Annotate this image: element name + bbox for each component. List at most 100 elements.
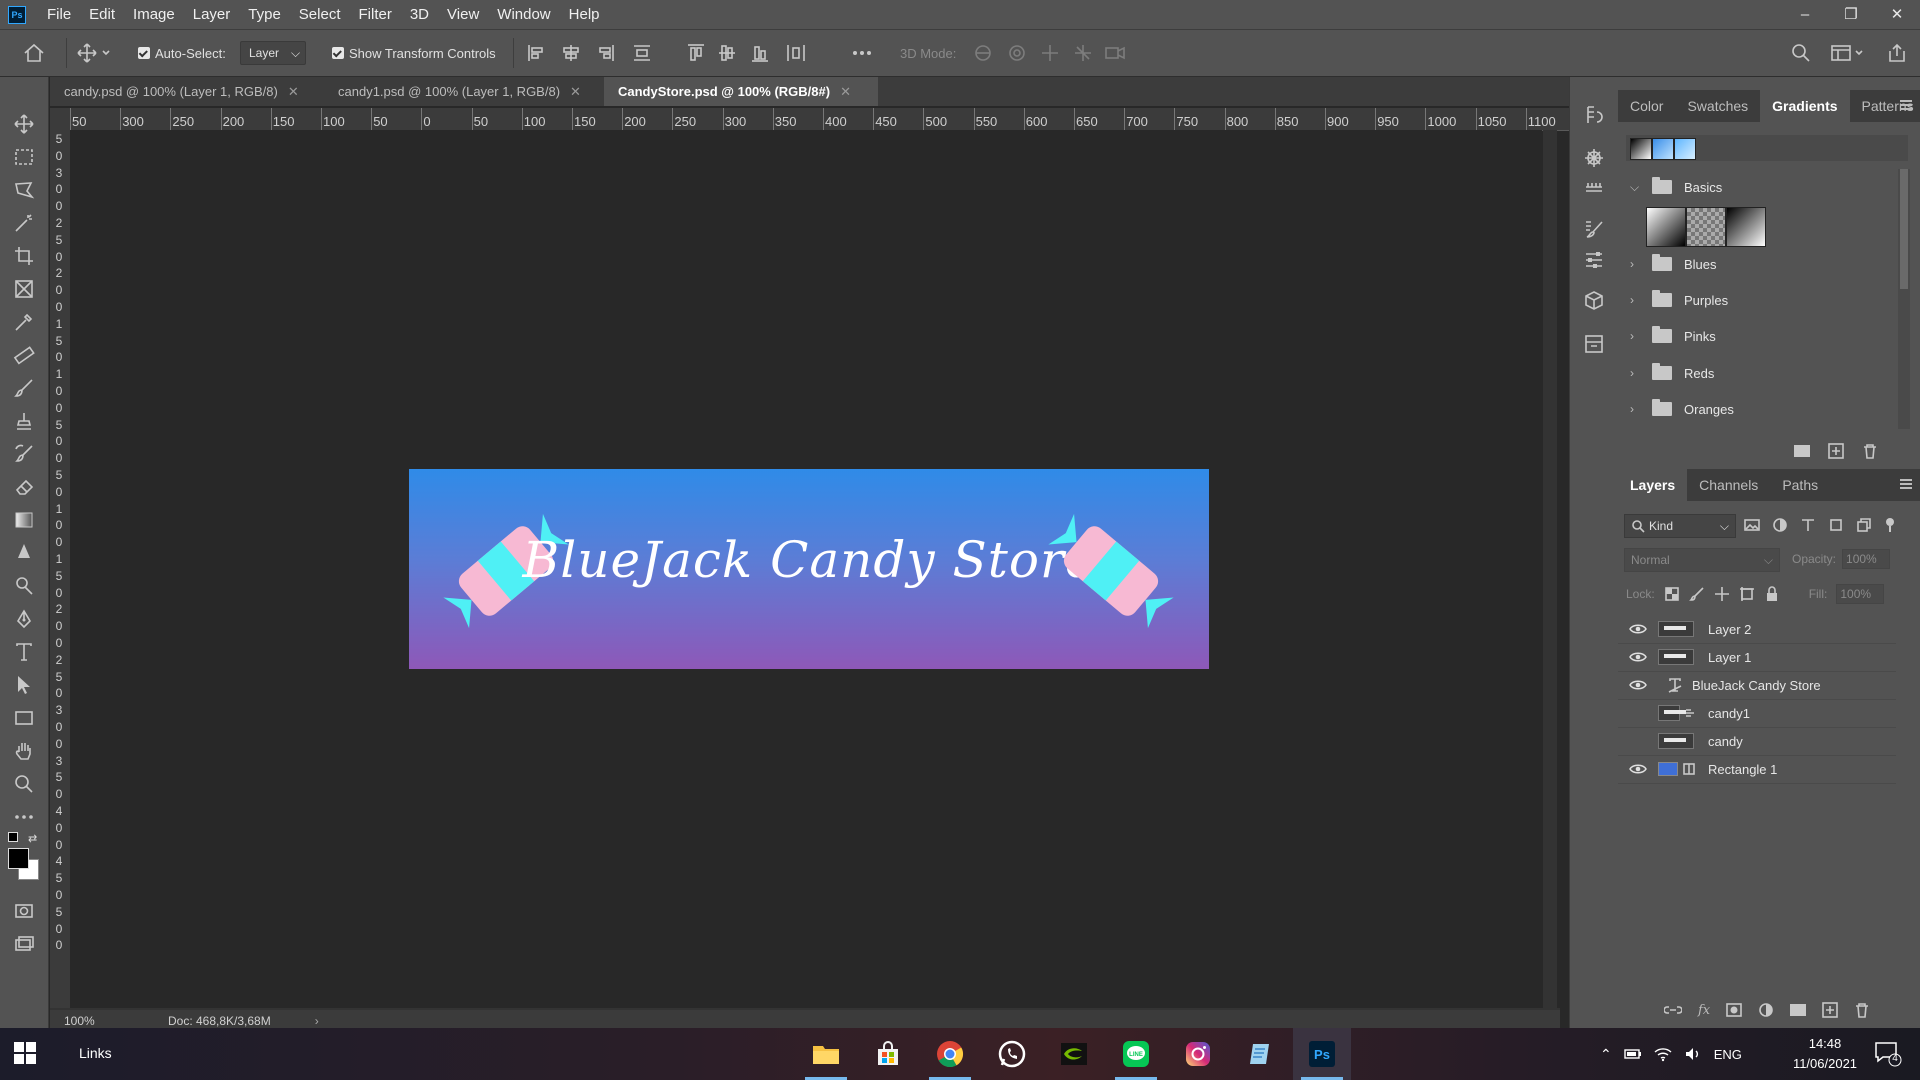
layer-row-layer-2[interactable]: Layer 2	[1618, 615, 1896, 644]
properties-icon[interactable]	[1582, 247, 1606, 271]
brush-settings-icon[interactable]	[1582, 217, 1606, 241]
healing-brush-tool-icon[interactable]	[12, 343, 36, 367]
menu-select[interactable]: Select	[290, 0, 350, 29]
panel-menu-icon[interactable]	[1900, 100, 1912, 110]
restore-icon[interactable]: ❐	[1828, 0, 1874, 29]
tab-swatches[interactable]: Swatches	[1675, 90, 1760, 122]
photoshop-taskbar-icon[interactable]: Ps	[1293, 1028, 1351, 1080]
more-tools-icon[interactable]	[12, 805, 36, 829]
panel-menu-icon[interactable]	[1900, 479, 1912, 489]
screen-mode-icon[interactable]	[12, 932, 36, 956]
marquee-tool-icon[interactable]	[12, 145, 36, 169]
history-brush-tool-icon[interactable]	[12, 442, 36, 466]
gradient-group-reds[interactable]: › Reds	[1618, 355, 1898, 391]
zoom-level[interactable]: 100%	[64, 1014, 164, 1028]
notepad-icon[interactable]	[1231, 1028, 1289, 1080]
nvidia-icon[interactable]	[1045, 1028, 1103, 1080]
clone-stamp-tool-icon[interactable]	[12, 409, 36, 433]
filter-type-icon[interactable]	[1800, 517, 1816, 533]
layer-row-bluejack-text[interactable]: BlueJack Candy Store	[1618, 671, 1896, 700]
microsoft-store-icon[interactable]	[859, 1028, 917, 1080]
visibility-eye-icon[interactable]	[1618, 763, 1658, 775]
lock-position-icon[interactable]	[1714, 586, 1730, 602]
recent-gradient-swatch[interactable]	[1652, 138, 1674, 160]
adjustments-icon[interactable]	[1582, 146, 1606, 170]
layer-row-candy[interactable]: candy	[1618, 727, 1896, 756]
blur-tool-icon[interactable]	[12, 541, 36, 565]
notifications-icon[interactable]: 4	[1874, 1040, 1902, 1068]
link-layers-icon[interactable]	[1664, 1003, 1682, 1017]
minimize-icon[interactable]: –	[1782, 0, 1828, 29]
artwork-banner[interactable]: BlueJack Candy Store	[409, 469, 1209, 669]
adjustment-layer-icon[interactable]	[1758, 1002, 1774, 1018]
tab-candy[interactable]: candy.psd @ 100% (Layer 1, RGB/8) ✕	[50, 77, 330, 106]
visibility-eye-icon[interactable]	[1618, 679, 1658, 691]
type-tool-icon[interactable]	[12, 640, 36, 664]
blend-mode-dropdown[interactable]: Normal ⌵	[1624, 548, 1780, 572]
file-explorer-icon[interactable]	[797, 1028, 855, 1080]
menu-help[interactable]: Help	[560, 0, 609, 29]
new-group-icon[interactable]	[1794, 445, 1810, 457]
windows-start-icon[interactable]	[14, 1042, 36, 1064]
chrome-icon[interactable]	[921, 1028, 979, 1080]
tab-gradients[interactable]: Gradients	[1760, 90, 1850, 122]
visibility-eye-icon[interactable]	[1618, 623, 1658, 635]
gradient-swatch-black-white[interactable]	[1726, 207, 1766, 247]
opacity-field[interactable]: 100%	[1842, 549, 1891, 569]
eraser-tool-icon[interactable]	[12, 475, 36, 499]
menu-edit[interactable]: Edit	[80, 0, 124, 29]
menu-filter[interactable]: Filter	[350, 0, 401, 29]
gradient-swatch-transparent[interactable]	[1686, 207, 1726, 247]
move-tool-icon[interactable]	[12, 112, 36, 136]
gradient-group-pinks[interactable]: › Pinks	[1618, 318, 1898, 354]
search-icon[interactable]	[1790, 30, 1812, 76]
filter-shape-icon[interactable]	[1828, 517, 1844, 533]
menu-layer[interactable]: Layer	[184, 0, 240, 29]
tab-channels[interactable]: Channels	[1687, 469, 1770, 501]
gradient-tool-icon[interactable]	[12, 508, 36, 532]
new-layer-icon[interactable]	[1822, 1002, 1838, 1018]
glyphs-icon[interactable]	[1582, 173, 1606, 197]
chevron-up-icon[interactable]: ⌃	[1600, 1046, 1612, 1063]
gradient-group-purples[interactable]: › Purples	[1618, 282, 1898, 318]
whatsapp-icon[interactable]	[983, 1028, 1041, 1080]
layer-row-candy1[interactable]: candy1	[1618, 699, 1896, 728]
gradient-group-blues[interactable]: › Blues	[1618, 246, 1898, 282]
tab-candystore[interactable]: CandyStore.psd @ 100% (RGB/8#) ✕	[604, 77, 878, 106]
show-transform-checkbox[interactable]: Show Transform Controls	[332, 30, 496, 76]
filter-adjustment-icon[interactable]	[1772, 517, 1788, 533]
lasso-tool-icon[interactable]	[12, 178, 36, 202]
links-toolbar-label[interactable]: Links	[79, 1045, 112, 1061]
trash-icon[interactable]	[1854, 1002, 1870, 1018]
recent-gradient-swatch[interactable]	[1630, 138, 1652, 160]
fill-field[interactable]: 100%	[1836, 584, 1885, 604]
libraries-icon[interactable]	[1582, 332, 1606, 356]
brush-tool-icon[interactable]	[12, 376, 36, 400]
language-indicator[interactable]: ENG	[1714, 1047, 1742, 1062]
hand-tool-icon[interactable]	[12, 739, 36, 763]
lock-artboard-icon[interactable]	[1739, 586, 1755, 602]
pen-tool-icon[interactable]	[12, 607, 36, 631]
menu-file[interactable]: File	[38, 0, 80, 29]
close-icon[interactable]: ✕	[840, 84, 851, 100]
move-tool-icon[interactable]	[76, 30, 112, 76]
tab-candy1[interactable]: candy1.psd @ 100% (Layer 1, RGB/8) ✕	[324, 77, 618, 106]
new-gradient-icon[interactable]	[1828, 443, 1844, 459]
foreground-color-swatch[interactable]	[8, 848, 29, 869]
swap-colors-icon[interactable]: ⇄	[28, 832, 37, 845]
more-options-icon[interactable]	[850, 30, 874, 76]
menu-type[interactable]: Type	[239, 0, 290, 29]
crop-tool-icon[interactable]	[12, 244, 36, 268]
chevron-right-icon[interactable]: ›	[315, 1014, 319, 1028]
tab-paths[interactable]: Paths	[1770, 469, 1830, 501]
dodge-tool-icon[interactable]	[12, 574, 36, 598]
home-icon[interactable]	[22, 30, 46, 76]
path-selection-tool-icon[interactable]	[12, 673, 36, 697]
layer-mask-icon[interactable]	[1726, 1003, 1742, 1017]
line-icon[interactable]: LINE	[1107, 1028, 1165, 1080]
frame-tool-icon[interactable]	[12, 277, 36, 301]
lock-pixels-icon[interactable]	[1688, 586, 1705, 602]
menu-image[interactable]: Image	[124, 0, 184, 29]
vertical-scrollbar[interactable]	[1543, 130, 1557, 1008]
gradients-scrollbar[interactable]	[1898, 169, 1910, 429]
